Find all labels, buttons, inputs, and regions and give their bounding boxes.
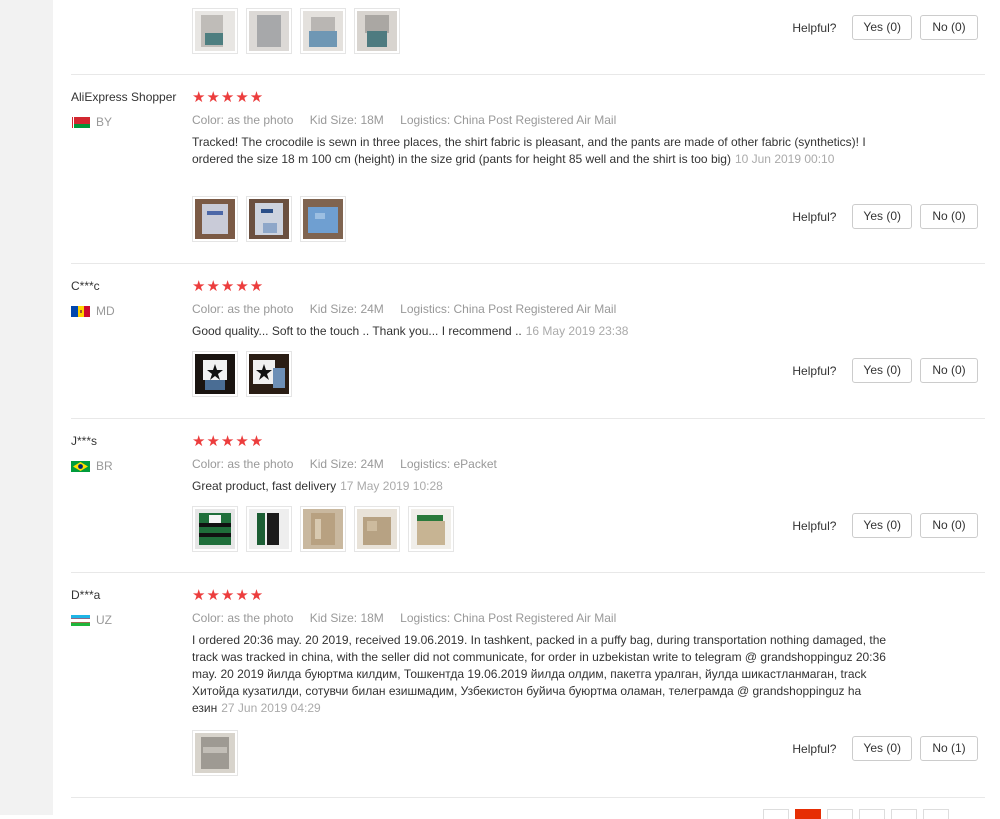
- helpful-label: Helpful?: [792, 209, 837, 224]
- flag-br-icon: [71, 460, 90, 472]
- review-photo[interactable]: [246, 351, 292, 397]
- reviewer-country: UZ: [71, 613, 112, 627]
- order-logistics: Logistics: China Post Registered Air Mai…: [400, 611, 617, 625]
- order-logistics: Logistics: ePacket: [400, 457, 497, 471]
- helpful-yes-button[interactable]: Yes (0): [852, 736, 912, 761]
- order-color: Color: as the photo: [192, 302, 294, 316]
- helpful-yes-button[interactable]: Yes (0): [852, 358, 912, 383]
- review-photo[interactable]: [408, 506, 454, 552]
- helpful-no-button[interactable]: No (0): [920, 15, 978, 40]
- review-photo[interactable]: [192, 730, 238, 776]
- review-photos: [192, 506, 462, 552]
- helpful-controls: Helpful? Yes (0) No (1): [792, 736, 978, 761]
- pager-page[interactable]: [891, 809, 917, 819]
- review-text-content: Great product, fast delivery: [192, 479, 337, 493]
- helpful-no-button[interactable]: No (0): [920, 513, 978, 538]
- reviewer-country: MD: [71, 304, 115, 318]
- order-size: Kid Size: 24M: [309, 457, 384, 471]
- review-body: ★★★★★ Color: as the photo Kid Size: 24M …: [192, 434, 892, 495]
- review-text: Good quality... Soft to the touch .. Tha…: [192, 323, 892, 340]
- review-photo[interactable]: [246, 196, 292, 242]
- rating-stars: ★★★★★: [192, 433, 265, 450]
- review-photo[interactable]: [300, 196, 346, 242]
- pagination: [763, 809, 955, 819]
- order-color: Color: as the photo: [192, 611, 294, 625]
- pager-prev-button[interactable]: [763, 809, 789, 819]
- order-logistics: Logistics: China Post Registered Air Mai…: [400, 302, 617, 316]
- order-logistics: Logistics: China Post Registered Air Mai…: [400, 113, 617, 127]
- review-date: 10 Jun 2019 00:10: [734, 152, 835, 166]
- review-photos: [192, 730, 246, 776]
- review-photo[interactable]: [192, 351, 238, 397]
- order-size: Kid Size: 18M: [309, 611, 384, 625]
- pager-page-current[interactable]: [795, 809, 821, 819]
- review-body: ★★★★★ Color: as the photo Kid Size: 24M …: [192, 279, 892, 340]
- review-text-content: Good quality... Soft to the touch .. Tha…: [192, 324, 522, 338]
- helpful-no-button[interactable]: No (0): [920, 358, 978, 383]
- review-item: J***s BR ★★★★★ Color: as the photo Kid S…: [71, 419, 985, 573]
- review-photo[interactable]: [354, 506, 400, 552]
- rating-stars: ★★★★★: [192, 278, 265, 295]
- pager-page[interactable]: [923, 809, 949, 819]
- pager-page[interactable]: [859, 809, 885, 819]
- review-photos: [192, 196, 354, 242]
- review-photo[interactable]: [300, 8, 346, 54]
- review-text: Tracked! The crocodile is sewn in three …: [192, 134, 892, 168]
- pager-page[interactable]: [827, 809, 853, 819]
- rating-stars: ★★★★★: [192, 89, 265, 106]
- flag-by-icon: [71, 116, 90, 128]
- left-rail: [0, 0, 53, 815]
- helpful-no-button[interactable]: No (0): [920, 204, 978, 229]
- reviewer-name: D***a: [71, 588, 101, 602]
- helpful-no-button[interactable]: No (1): [920, 736, 978, 761]
- reviewer-country: BY: [71, 115, 112, 129]
- helpful-yes-button[interactable]: Yes (0): [852, 513, 912, 538]
- order-info: Color: as the photo Kid Size: 24M Logist…: [192, 302, 892, 316]
- review-body: ★★★★★ Color: as the photo Kid Size: 18M …: [192, 588, 892, 717]
- reviewer-name: AliExpress Shopper: [71, 90, 177, 104]
- review-photo[interactable]: [246, 8, 292, 54]
- review-item: C***c MD ★★★★★ Color: as the photo Kid S…: [71, 264, 985, 419]
- reviewer-country: BR: [71, 459, 113, 473]
- helpful-label: Helpful?: [792, 20, 837, 35]
- review-photos: [192, 351, 300, 397]
- helpful-label: Helpful?: [792, 363, 837, 378]
- review-date: 17 May 2019 10:28: [340, 479, 443, 493]
- order-size: Kid Size: 18M: [309, 113, 384, 127]
- helpful-controls: Helpful? Yes (0) No (0): [792, 358, 978, 383]
- review-date: 27 Jun 2019 04:29: [221, 701, 321, 715]
- reviewer-name: J***s: [71, 434, 98, 448]
- review-body: ★★★★★ Color: as the photo Kid Size: 18M …: [192, 90, 892, 168]
- helpful-label: Helpful?: [792, 741, 837, 756]
- review-photo[interactable]: [192, 506, 238, 552]
- order-info: Color: as the photo Kid Size: 18M Logist…: [192, 113, 892, 127]
- review-date: 16 May 2019 23:38: [525, 324, 629, 338]
- flag-uz-icon: [71, 614, 90, 626]
- order-info: Color: as the photo Kid Size: 24M Logist…: [192, 457, 892, 471]
- review-text: I ordered 20:36 may. 20 2019, received 1…: [192, 632, 892, 717]
- helpful-label: Helpful?: [792, 518, 837, 533]
- helpful-controls: Helpful? Yes (0) No (0): [792, 15, 978, 40]
- order-info: Color: as the photo Kid Size: 18M Logist…: [192, 611, 892, 625]
- reviewer-name: C***c: [71, 279, 100, 293]
- review-photo[interactable]: [192, 8, 238, 54]
- review-item: Helpful? Yes (0) No (0): [71, 0, 985, 75]
- helpful-controls: Helpful? Yes (0) No (0): [792, 513, 978, 538]
- order-color: Color: as the photo: [192, 457, 294, 471]
- helpful-controls: Helpful? Yes (0) No (0): [792, 204, 978, 229]
- helpful-yes-button[interactable]: Yes (0): [852, 15, 912, 40]
- review-photo[interactable]: [300, 506, 346, 552]
- review-item: AliExpress Shopper BY ★★★★★ Color: as th…: [71, 75, 985, 264]
- helpful-yes-button[interactable]: Yes (0): [852, 204, 912, 229]
- review-photos: [192, 8, 408, 54]
- review-photo[interactable]: [246, 506, 292, 552]
- review-photo[interactable]: [354, 8, 400, 54]
- rating-stars: ★★★★★: [192, 587, 265, 604]
- flag-md-icon: [71, 305, 90, 317]
- order-size: Kid Size: 24M: [309, 302, 384, 316]
- order-color: Color: as the photo: [192, 113, 294, 127]
- review-text: Great product, fast delivery 17 May 2019 …: [192, 478, 892, 495]
- review-photo[interactable]: [192, 196, 238, 242]
- review-item: D***a UZ ★★★★★ Color: as the photo Kid S…: [71, 573, 985, 798]
